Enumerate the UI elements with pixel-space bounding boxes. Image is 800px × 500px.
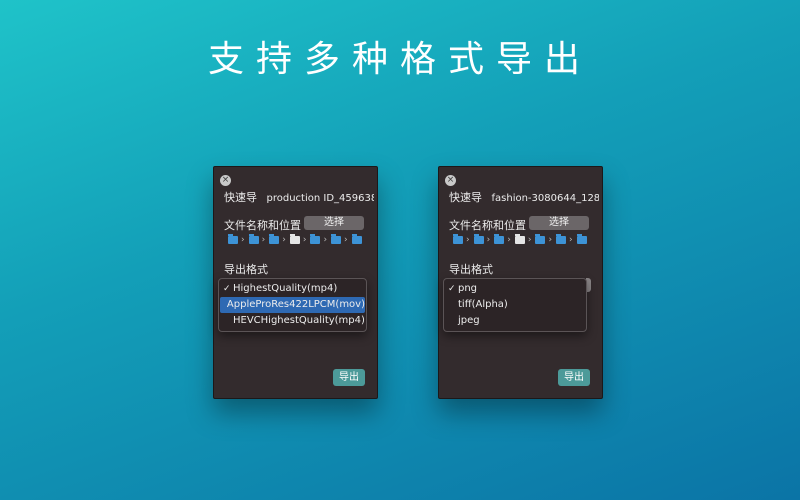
chevron-right-icon: ›	[507, 235, 511, 245]
quick-export-label: 快速导	[224, 191, 257, 204]
folder-icon[interactable]	[556, 234, 567, 244]
chevron-right-icon: ›	[323, 235, 328, 245]
format-option-highlighted[interactable]: AppleProRes422LPCM(mov)	[220, 297, 365, 313]
choose-button[interactable]: 选择	[304, 216, 364, 230]
quick-export-label: 快速导	[449, 191, 482, 204]
format-label: 导出格式	[224, 263, 268, 276]
file-name: production ID_4596386	[266, 193, 375, 204]
format-option-label: jpeg	[458, 315, 480, 326]
folder-icon[interactable]	[453, 234, 463, 244]
format-option[interactable]: jpeg	[444, 313, 586, 329]
chevron-right-icon: ›	[282, 235, 286, 245]
export-button[interactable]: 导出	[333, 369, 365, 386]
chevron-right-icon: ›	[527, 235, 532, 245]
file-name: fashion-3080644_1280	[491, 193, 600, 204]
format-option-label: png	[458, 283, 478, 294]
chevron-right-icon: ›	[344, 235, 348, 245]
path-bar[interactable]: › › › › › ›	[453, 234, 603, 246]
home-folder-icon[interactable]	[289, 234, 300, 244]
folder-icon[interactable]	[535, 234, 546, 244]
export-button[interactable]: 导出	[558, 369, 590, 386]
close-icon[interactable]: ×	[220, 175, 231, 186]
checkmark-icon: ✓	[448, 284, 456, 294]
format-dropdown[interactable]: ✓ png tiff(Alpha) jpeg	[443, 278, 587, 332]
format-dropdown[interactable]: ✓ HighestQuality(mp4) AppleProRes422LPCM…	[218, 278, 367, 332]
file-row: 快速导 fashion-3080644_1280	[449, 189, 599, 205]
chevron-right-icon: ›	[261, 235, 266, 245]
folder-icon[interactable]	[269, 234, 280, 244]
export-panel-image: × 快速导 fashion-3080644_1280 文件名称和位置 选择 › …	[438, 166, 603, 399]
folder-icon[interactable]	[310, 234, 321, 244]
folder-icon[interactable]	[248, 234, 259, 244]
location-label: 文件名称和位置	[449, 219, 526, 232]
close-icon[interactable]: ×	[445, 175, 456, 186]
format-option[interactable]: ✓ HighestQuality(mp4)	[219, 281, 366, 297]
chevron-right-icon: ›	[548, 235, 553, 245]
export-panel-video: × 快速导 production ID_4596386 文件名称和位置 选择 ›…	[213, 166, 378, 399]
folder-icon[interactable]	[576, 234, 587, 244]
chevron-right-icon: ›	[569, 235, 573, 245]
page-headline: 支持多种格式导出	[207, 39, 592, 80]
format-option-label: tiff(Alpha)	[458, 299, 508, 310]
checkmark-icon: ✓	[223, 284, 231, 294]
folder-icon[interactable]	[331, 234, 342, 244]
format-option-label: HighestQuality(mp4)	[233, 283, 338, 294]
format-option-label: AppleProRes422LPCM(mov)	[226, 299, 365, 310]
folder-icon[interactable]	[494, 234, 505, 244]
format-label: 导出格式	[449, 263, 493, 276]
home-folder-icon[interactable]	[514, 234, 525, 244]
format-option-label: HEVCHighestQuality(mp4)	[233, 315, 365, 326]
choose-button[interactable]: 选择	[529, 216, 589, 230]
format-option[interactable]: ✓ png	[444, 281, 586, 297]
format-option[interactable]: HEVCHighestQuality(mp4)	[219, 313, 366, 329]
chevron-right-icon: ›	[486, 235, 491, 245]
location-label: 文件名称和位置	[224, 219, 301, 232]
format-option[interactable]: tiff(Alpha)	[444, 297, 586, 313]
folder-icon[interactable]	[473, 234, 484, 244]
path-bar[interactable]: › › › › › ›	[228, 234, 378, 246]
folder-icon[interactable]	[228, 234, 238, 244]
chevron-right-icon: ›	[241, 235, 245, 245]
chevron-right-icon: ›	[466, 235, 470, 245]
folder-icon[interactable]	[351, 234, 362, 244]
chevron-right-icon: ›	[302, 235, 307, 245]
file-row: 快速导 production ID_4596386	[224, 189, 374, 205]
